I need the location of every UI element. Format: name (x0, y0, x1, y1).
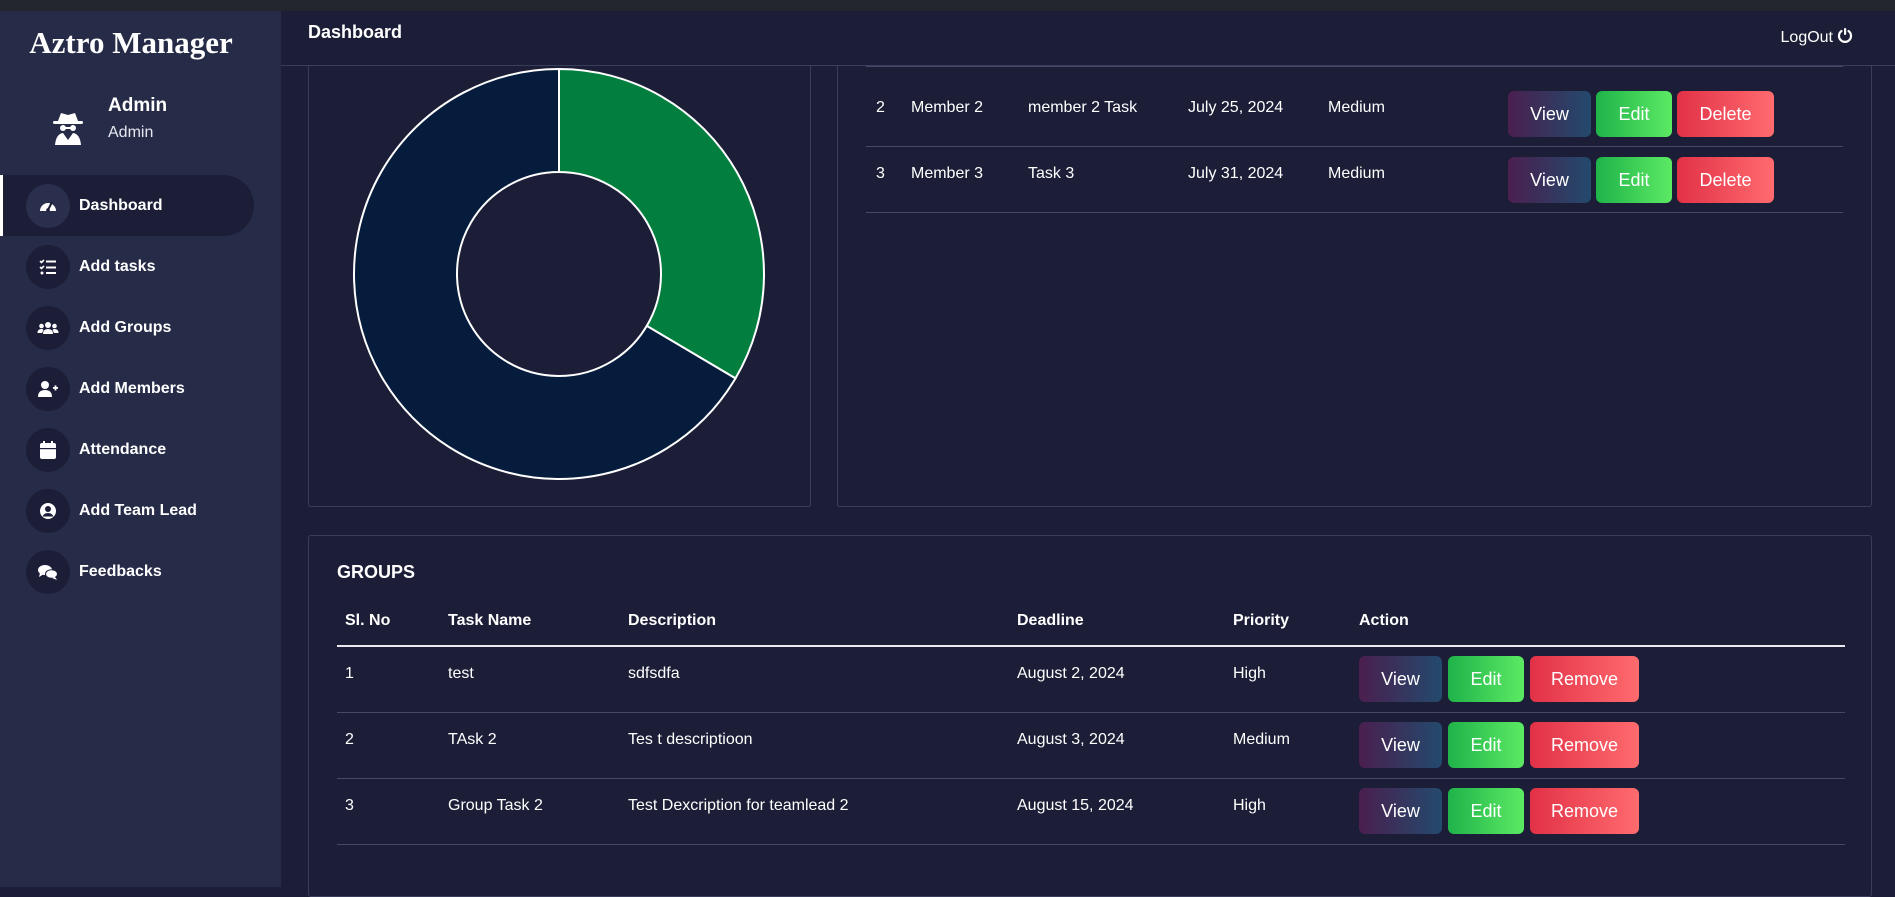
table-header: Sl. No Task Name Description Deadline Pr… (337, 600, 1845, 647)
sidebar-item-add-members[interactable]: Add Members (0, 358, 254, 419)
remove-button[interactable]: Remove (1530, 656, 1639, 702)
deadline: July 25, 2024 (1188, 99, 1284, 116)
sidebar: Aztro Manager Admin Admin Dashboard Add … (0, 11, 281, 887)
priority: Medium (1328, 99, 1385, 116)
user-name: Admin (108, 95, 168, 116)
logout-label: LogOut (1780, 28, 1833, 46)
view-button[interactable]: View (1359, 722, 1442, 768)
donut-chart-card (308, 54, 811, 507)
tasks-card: 2 Member 2 member 2 Task July 25, 2024 M… (837, 54, 1872, 507)
task-name: member 2 Task (1028, 99, 1138, 116)
table-row: 2 Member 2 member 2 Task July 25, 2024 M… (866, 81, 1843, 147)
edit-button[interactable]: Edit (1596, 157, 1672, 203)
row-number: 3 (345, 797, 354, 814)
deadline: July 31, 2024 (1188, 165, 1284, 182)
table-row: 2 TAsk 2 Tes t descriptioon August 3, 20… (337, 713, 1845, 779)
sidebar-item-add-groups[interactable]: Add Groups (0, 297, 254, 358)
sidebar-item-label: Add tasks (79, 258, 156, 275)
member-name: Member 2 (911, 99, 984, 116)
description: Test Dexcription for teamlead 2 (628, 797, 849, 814)
groups-title: GROUPS (337, 562, 416, 582)
member-name: Member 3 (911, 165, 984, 182)
view-button[interactable]: View (1508, 157, 1591, 203)
deadline: August 3, 2024 (1017, 731, 1125, 748)
sidebar-item-add-team-lead[interactable]: Add Team Lead (0, 480, 254, 541)
column-header-description: Description (628, 612, 717, 629)
priority: Medium (1328, 165, 1385, 182)
sidebar-item-feedbacks[interactable]: Feedbacks (0, 541, 254, 602)
column-header-sl-no: Sl. No (345, 612, 391, 629)
edit-button[interactable]: Edit (1448, 788, 1524, 834)
logout-button[interactable]: LogOut (1781, 27, 1853, 48)
description: sdfsdfa (628, 665, 680, 682)
table-row: 1 test sdfsdfa August 2, 2024 High View … (337, 647, 1845, 713)
sidebar-item-add-tasks[interactable]: Add tasks (0, 236, 254, 297)
view-button[interactable]: View (1359, 656, 1442, 702)
priority: High (1233, 797, 1266, 814)
user-role: Admin (108, 124, 154, 141)
user-circle-icon (26, 489, 70, 533)
task-list-icon (26, 245, 70, 289)
row-number: 2 (876, 99, 885, 116)
calendar-icon (26, 428, 70, 472)
brand-title: Aztro Manager (29, 25, 233, 60)
deadline: August 15, 2024 (1017, 797, 1134, 814)
view-button[interactable]: View (1359, 788, 1442, 834)
spy-avatar-icon (48, 107, 88, 147)
sidebar-item-dashboard[interactable]: Dashboard (0, 175, 254, 236)
groups-card: GROUPS Sl. No Task Name Description Dead… (308, 535, 1872, 897)
sidebar-item-label: Attendance (79, 441, 167, 458)
priority: High (1233, 665, 1266, 682)
description: Tes t descriptioon (628, 731, 753, 748)
user-plus-icon (26, 367, 70, 411)
task-name: Group Task 2 (448, 797, 543, 814)
column-header-action: Action (1359, 612, 1409, 629)
task-name: Task 3 (1028, 165, 1075, 182)
power-icon (1837, 27, 1853, 48)
sidebar-item-label: Feedbacks (79, 563, 162, 580)
column-header-priority: Priority (1233, 612, 1290, 629)
delete-button[interactable]: Delete (1677, 157, 1774, 203)
priority: Medium (1233, 731, 1290, 748)
sidebar-item-label: Dashboard (79, 197, 163, 214)
task-name: TAsk 2 (448, 731, 497, 748)
edit-button[interactable]: Edit (1596, 91, 1672, 137)
sidebar-nav: Dashboard Add tasks Add Groups Add Membe… (0, 175, 281, 602)
delete-button[interactable]: Delete (1677, 91, 1774, 137)
top-header: Dashboard LogOut (281, 11, 1895, 66)
edit-button[interactable]: Edit (1448, 722, 1524, 768)
remove-button[interactable]: Remove (1530, 788, 1639, 834)
sidebar-item-label: Add Team Lead (79, 502, 197, 519)
column-header-deadline: Deadline (1017, 612, 1084, 629)
sidebar-item-attendance[interactable]: Attendance (0, 419, 254, 480)
table-row: 3 Group Task 2 Test Dexcription for team… (337, 779, 1845, 845)
task-name: test (448, 665, 474, 682)
remove-button[interactable]: Remove (1530, 722, 1639, 768)
column-header-task-name: Task Name (448, 612, 532, 629)
donut-chart (353, 67, 765, 480)
table-row: 3 Member 3 Task 3 July 31, 2024 Medium V… (866, 147, 1843, 213)
speedometer-icon (26, 184, 70, 228)
edit-button[interactable]: Edit (1448, 656, 1524, 702)
row-number: 3 (876, 165, 885, 182)
view-button[interactable]: View (1508, 91, 1591, 137)
sidebar-item-label: Add Members (79, 380, 185, 397)
donut-slice-0[interactable] (558, 67, 765, 380)
window-top-strip (0, 0, 1895, 11)
users-icon (26, 306, 70, 350)
page-title: Dashboard (308, 22, 403, 42)
sidebar-item-label: Add Groups (79, 319, 172, 336)
row-number: 1 (345, 665, 354, 682)
comments-icon (26, 550, 70, 594)
row-number: 2 (345, 731, 354, 748)
deadline: August 2, 2024 (1017, 665, 1125, 682)
